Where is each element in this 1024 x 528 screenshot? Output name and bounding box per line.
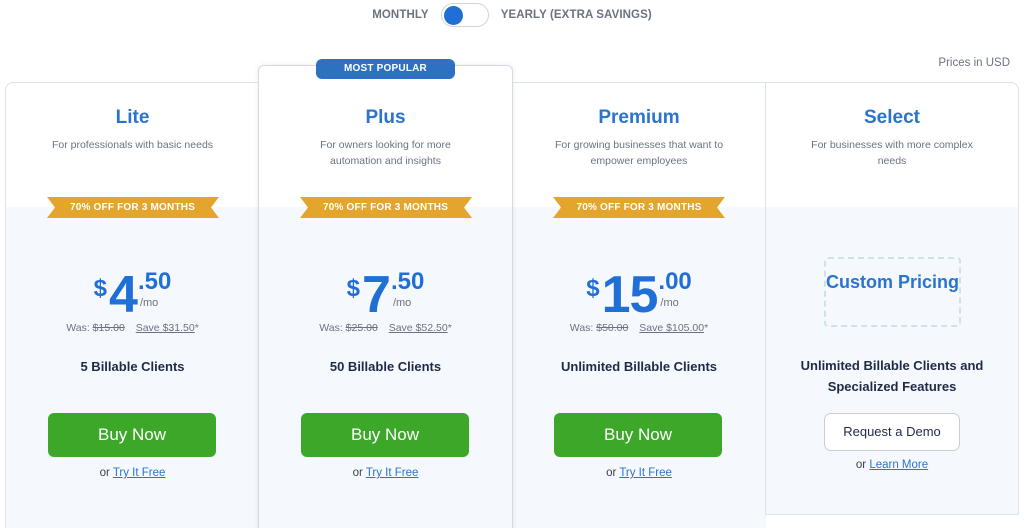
price-period: /mo: [139, 297, 159, 309]
billing-toggle: MONTHLY YEARLY (EXTRA SAVINGS): [0, 3, 1024, 27]
buy-now-button[interactable]: Buy Now: [554, 413, 722, 457]
savings-row: Was: $25.00 Save $52.50*: [259, 322, 512, 334]
currency-note: Prices in USD: [938, 57, 1010, 69]
price-period: /mo: [392, 297, 412, 309]
plan-title: Plus: [365, 107, 406, 128]
most-popular-badge: MOST POPULAR: [316, 59, 455, 79]
custom-pricing-box: Custom Pricing: [824, 257, 961, 327]
savings-row: Was: $15.00 Save $31.50*: [6, 322, 259, 334]
price-cents: .00: [658, 268, 692, 295]
price-whole: 7: [362, 266, 391, 324]
billable-clients: Unlimited Billable Clients: [560, 359, 718, 374]
price-whole: 4: [109, 266, 138, 324]
save-amount[interactable]: Save $105.00: [639, 322, 704, 334]
price-cents: .50: [390, 268, 425, 295]
plan-title: Lite: [115, 107, 150, 128]
was-label: Was:: [319, 322, 343, 334]
plan-description: For professionals with basic needs: [51, 139, 214, 151]
save-footnote-mark: *: [447, 322, 452, 334]
billable-clients: 50 Billable Clients: [329, 359, 442, 374]
discount-ribbon: 70% OFF FOR 3 MONTHS: [46, 197, 219, 218]
try-it-free-link[interactable]: Try It Free: [113, 467, 166, 479]
price-display: $ 15 .00 /mo: [512, 269, 766, 329]
plan-title: Premium: [598, 107, 680, 128]
billable-clients: 5 Billable Clients: [80, 359, 185, 374]
billing-period-switch[interactable]: [440, 3, 489, 27]
yearly-label[interactable]: YEARLY (EXTRA SAVINGS): [501, 9, 652, 21]
request-demo-button[interactable]: Request a Demo: [824, 413, 960, 451]
was-label: Was:: [66, 322, 90, 334]
price-display: $ 7 .50 /mo: [259, 269, 512, 329]
free-trial-line: or Try It Free: [512, 467, 766, 479]
learn-more-link[interactable]: Learn More: [869, 459, 928, 471]
or-text: or: [855, 459, 867, 471]
currency-symbol: $: [586, 275, 600, 302]
or-text: or: [99, 467, 110, 479]
plan-card-lite: Lite For professionals with basic needs …: [5, 82, 259, 528]
plan-title: Select: [864, 107, 920, 128]
save-amount[interactable]: Save $31.50: [136, 322, 195, 334]
buy-now-button[interactable]: Buy Now: [301, 413, 469, 457]
switch-knob: [443, 6, 463, 25]
plan-description: For businesses with more complex needs: [811, 139, 973, 167]
plan-description: For owners looking for more automation a…: [320, 139, 451, 167]
plan-description: For growing businesses that want to empo…: [554, 139, 724, 167]
save-footnote-mark: *: [704, 322, 709, 334]
billable-clients: Unlimited Billable Clients and Specializ…: [800, 358, 984, 394]
try-it-free-link[interactable]: Try It Free: [366, 467, 419, 479]
discount-ribbon: 70% OFF FOR 3 MONTHS: [553, 197, 725, 218]
or-text: or: [352, 467, 363, 479]
original-price: $25.00: [345, 322, 378, 334]
free-trial-line: or Try It Free: [6, 467, 259, 479]
ribbon-text: 70% OFF FOR 3 MONTHS: [69, 202, 196, 213]
free-trial-line: or Try It Free: [259, 467, 512, 479]
try-it-free-link[interactable]: Try It Free: [619, 467, 672, 479]
discount-ribbon: 70% OFF FOR 3 MONTHS: [299, 197, 472, 218]
savings-row: Was: $50.00 Save $105.00*: [512, 322, 766, 334]
or-text: or: [606, 467, 617, 479]
was-label: Was:: [569, 322, 594, 334]
save-amount[interactable]: Save $52.50: [389, 322, 448, 334]
plan-card-select: Select For businesses with more complex …: [765, 82, 1019, 515]
original-price: $50.00: [596, 322, 629, 334]
ribbon-text: 70% OFF FOR 3 MONTHS: [322, 202, 449, 213]
currency-symbol: $: [93, 275, 108, 302]
ribbon-text: 70% OFF FOR 3 MONTHS: [576, 202, 702, 213]
buy-now-button[interactable]: Buy Now: [48, 413, 216, 457]
original-price: $15.00: [92, 322, 125, 334]
price-whole: 15: [601, 266, 659, 324]
currency-symbol: $: [346, 275, 361, 302]
save-footnote-mark: *: [194, 322, 199, 334]
price-cents: .50: [137, 268, 172, 295]
learn-more-line: or Learn More: [766, 459, 1018, 471]
plan-card-plus: Plus For owners looking for more automat…: [258, 65, 513, 528]
price-period: /mo: [660, 297, 679, 309]
price-display: $ 4 .50 /mo: [6, 269, 259, 329]
monthly-label[interactable]: MONTHLY: [372, 9, 429, 21]
plan-card-premium: Premium For growing businesses that want…: [512, 82, 766, 528]
